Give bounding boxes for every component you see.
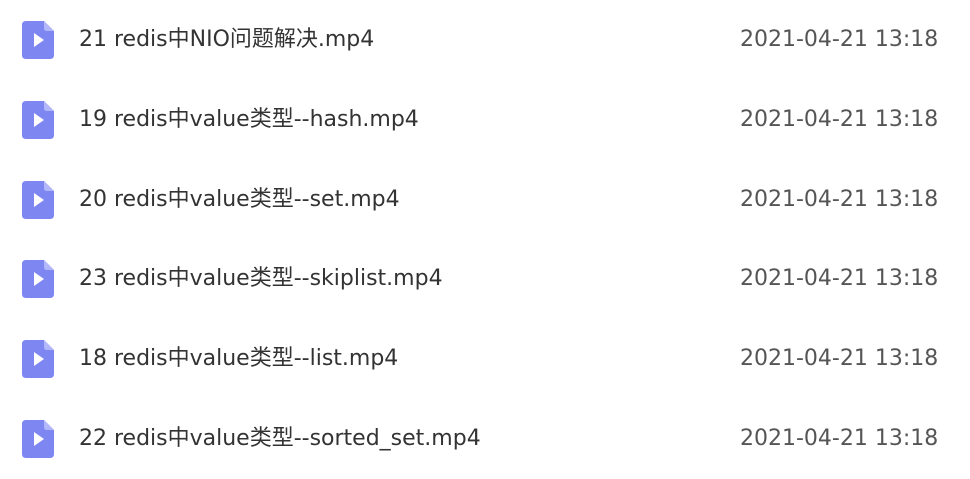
video-file-icon [22,181,54,219]
video-file-icon [22,340,54,378]
file-row[interactable]: 19 redis中value类型--hash.mp4 2021-04-21 13… [0,80,970,160]
file-modified-date: 2021-04-21 13:18 [740,107,939,132]
video-file-icon [22,101,54,139]
file-name: 22 redis中value类型--sorted_set.mp4 [79,426,481,451]
file-name: 21 redis中NIO问题解决.mp4 [79,27,375,52]
video-file-icon [22,260,54,298]
file-modified-date: 2021-04-21 13:18 [740,187,939,212]
file-list: 21 redis中NIO问题解决.mp4 2021-04-21 13:18 19… [0,0,970,472]
file-name: 18 redis中value类型--list.mp4 [79,346,399,371]
file-row[interactable]: 22 redis中value类型--sorted_set.mp4 2021-04… [0,399,970,479]
file-modified-date: 2021-04-21 13:18 [740,266,939,291]
file-modified-date: 2021-04-21 13:18 [740,27,939,52]
file-row[interactable]: 23 redis中value类型--skiplist.mp4 2021-04-2… [0,239,970,319]
file-row[interactable]: 18 redis中value类型--list.mp4 2021-04-21 13… [0,319,970,399]
file-name: 19 redis中value类型--hash.mp4 [79,107,419,132]
file-row[interactable]: 21 redis中NIO问题解决.mp4 2021-04-21 13:18 [0,0,970,80]
file-modified-date: 2021-04-21 13:18 [740,346,939,371]
file-row[interactable]: 20 redis中value类型--set.mp4 2021-04-21 13:… [0,160,970,240]
file-modified-date: 2021-04-21 13:18 [740,426,939,451]
file-name: 23 redis中value类型--skiplist.mp4 [79,266,443,291]
video-file-icon [22,21,54,59]
file-name: 20 redis中value类型--set.mp4 [79,187,400,212]
video-file-icon [22,420,54,458]
